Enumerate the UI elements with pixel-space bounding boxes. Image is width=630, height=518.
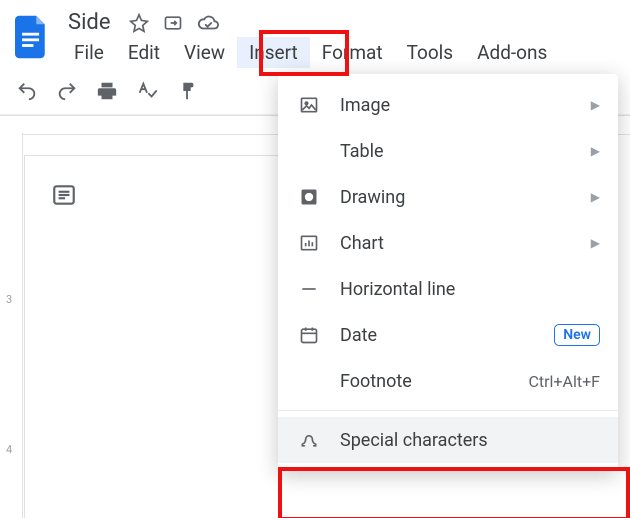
vertical-ruler[interactable]: 3 4 <box>0 133 23 518</box>
chevron-right-icon: ▶ <box>591 236 600 250</box>
chevron-right-icon: ▶ <box>591 98 600 112</box>
menu-addons[interactable]: Add-ons <box>465 37 559 68</box>
menu-item-label: Drawing <box>322 187 591 208</box>
menu-item-image[interactable]: Image ▶ <box>278 82 618 128</box>
drawing-icon <box>296 187 322 207</box>
horizontal-line-icon <box>296 279 322 299</box>
menu-item-footnote[interactable]: Footnote Ctrl+Alt+F <box>278 358 618 404</box>
menu-insert[interactable]: Insert <box>237 37 310 68</box>
paint-format-button[interactable] <box>174 78 200 104</box>
menu-item-table[interactable]: Table ▶ <box>278 128 618 174</box>
menu-item-date[interactable]: Date New <box>278 312 618 358</box>
cloud-status-icon[interactable] <box>197 13 219 33</box>
image-icon <box>296 95 322 115</box>
undo-button[interactable] <box>14 78 40 104</box>
redo-button[interactable] <box>54 78 80 104</box>
move-icon[interactable] <box>163 13 183 33</box>
menu-item-label: Image <box>322 95 591 116</box>
menu-item-horizontal-line[interactable]: Horizontal line <box>278 266 618 312</box>
menu-item-drawing[interactable]: Drawing ▶ <box>278 174 618 220</box>
chevron-right-icon: ▶ <box>591 144 600 158</box>
menu-edit[interactable]: Edit <box>116 37 172 68</box>
menu-item-label: Table <box>322 141 591 162</box>
docs-logo[interactable] <box>10 9 54 65</box>
menu-item-label: Horizontal line <box>322 279 600 300</box>
print-button[interactable] <box>94 78 120 104</box>
docs-icon <box>15 15 49 59</box>
menu-item-label: Chart <box>322 233 591 254</box>
menu-view[interactable]: View <box>172 37 237 68</box>
chart-icon <box>296 233 322 253</box>
header: Side File Edit View Insert Format Tools … <box>0 0 630 68</box>
menu-separator <box>278 410 618 411</box>
new-badge: New <box>554 324 600 346</box>
menu-item-label: Special characters <box>322 430 600 451</box>
outline-toggle[interactable] <box>44 175 84 215</box>
menu-item-special-characters[interactable]: Special characters <box>278 417 618 463</box>
ruler-tick: 3 <box>6 293 12 306</box>
menu-tools[interactable]: Tools <box>395 37 466 68</box>
spellcheck-button[interactable] <box>134 78 160 104</box>
document-title[interactable]: Side <box>68 10 111 35</box>
star-icon[interactable] <box>129 13 149 33</box>
chevron-right-icon: ▶ <box>591 190 600 204</box>
menu-item-label: Date <box>322 325 554 346</box>
insert-menu-dropdown: Image ▶ Table ▶ Drawing ▶ Chart ▶ Horizo… <box>278 74 618 471</box>
menu-file[interactable]: File <box>62 37 116 68</box>
omega-icon <box>296 430 322 450</box>
menu-item-chart[interactable]: Chart ▶ <box>278 220 618 266</box>
menubar: File Edit View Insert Format Tools Add-o… <box>54 37 630 68</box>
keyboard-shortcut: Ctrl+Alt+F <box>528 372 600 391</box>
ruler-tick: 4 <box>6 443 12 456</box>
menu-item-label: Footnote <box>322 371 528 392</box>
calendar-icon <box>296 325 322 345</box>
menu-format[interactable]: Format <box>310 37 395 68</box>
